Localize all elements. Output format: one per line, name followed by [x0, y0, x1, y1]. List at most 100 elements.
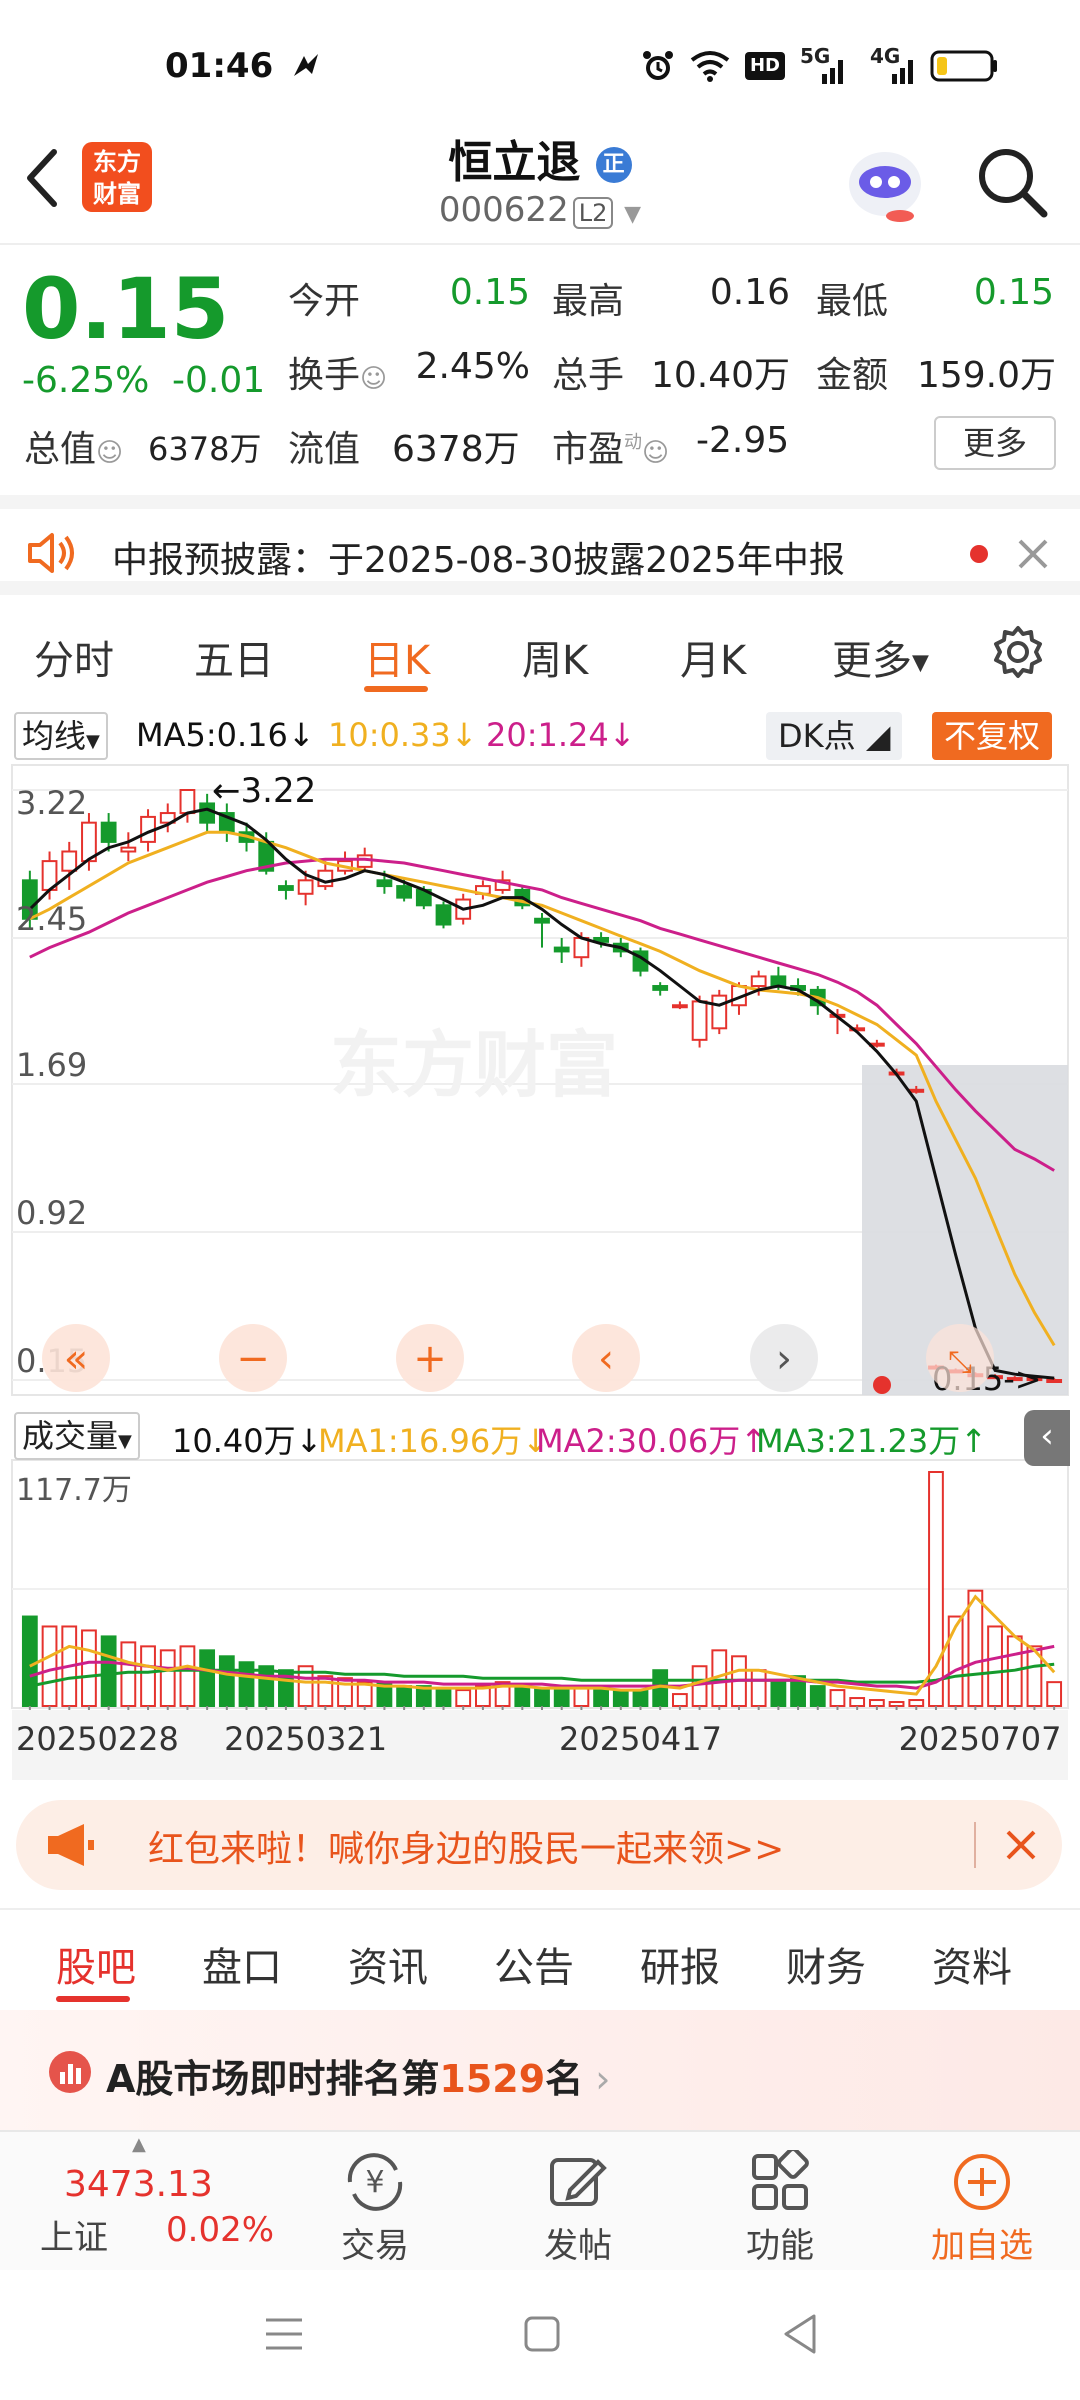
turnover-value: 2.45% [415, 346, 530, 387]
ranking-text: A股市场即时排名第1529名 › [106, 2057, 611, 2101]
volume-bar [908, 1699, 925, 1708]
ranking-banner[interactable]: A股市场即时排名第1529名 › [0, 2010, 1080, 2130]
tab-pankou[interactable]: 盘口 [202, 1935, 282, 1993]
volume-bar [159, 1649, 176, 1708]
promo-banner[interactable]: 红包来啦！喊你身边的股民一起来领>> [16, 1800, 1062, 1890]
expand-icon: ⤡ [948, 1345, 972, 1380]
home-icon[interactable] [522, 2314, 562, 2354]
robot-assistant-icon[interactable] [840, 136, 930, 226]
tab-research[interactable]: 研报 [640, 1935, 720, 1993]
vma1-readout: MA1:16.96万↓ [318, 1422, 550, 1460]
tab-more[interactable]: 更多▼ [832, 628, 929, 686]
info-icon: ☺ [360, 364, 388, 394]
volume-bar [258, 1665, 275, 1708]
nav-trade[interactable]: 交易 [305, 2218, 445, 2267]
settings-gear-icon[interactable] [990, 624, 1046, 680]
price-adjust-button[interactable]: 不复权 [932, 712, 1053, 760]
nav-functions[interactable]: 功能 [710, 2218, 850, 2267]
date-label: 20250228 [16, 1720, 179, 1758]
dropdown-icon: ▼ [912, 650, 929, 676]
divider [974, 1822, 976, 1868]
trade-icon[interactable]: ¥ [340, 2150, 410, 2214]
compose-icon[interactable] [546, 2150, 610, 2214]
section-divider [0, 1908, 1080, 1910]
pe-label: 市盈动☺ [552, 429, 670, 470]
tab-daily-k[interactable]: 日K [364, 628, 430, 686]
tab-intraday[interactable]: 分时 [34, 628, 114, 686]
close-icon[interactable] [1004, 1828, 1038, 1862]
volume-label: 总手 [552, 355, 625, 396]
close-icon[interactable] [1016, 537, 1050, 571]
index-value[interactable]: 3473.13 [64, 2164, 213, 2205]
chevron-right-icon: › [776, 1336, 792, 1382]
more-button[interactable]: 更多 [934, 416, 1056, 470]
open-label: 今开 [288, 281, 361, 322]
status-bar: 01:46 HD 5G 4G [0, 0, 1080, 130]
volume-bar [770, 1681, 787, 1708]
kline-chart[interactable]: 东方财富 3.222.451.690.920.15 ←3.22 0.15-> «… [0, 760, 1080, 1790]
volume-bar [632, 1689, 649, 1707]
volume-bar [21, 1615, 38, 1708]
notice-bar[interactable]: 中报预披露：于2025-08-30披露2025年中报 [0, 495, 1080, 595]
price-tick-label: 3.22 [16, 784, 87, 822]
collapse-panel-button[interactable]: ‹ [1024, 1410, 1070, 1466]
volume-bar [534, 1687, 550, 1708]
last-price: 0.15 [22, 260, 230, 358]
candle-body [711, 994, 728, 1030]
amount-value: 159.0万 [916, 355, 1056, 396]
open-value: 0.15 [449, 272, 530, 313]
candle-body [179, 789, 196, 815]
expand-indicator-icon[interactable]: ▲ [132, 2134, 146, 2155]
candle-body [278, 885, 294, 891]
paper-plane-icon [294, 54, 318, 76]
ma10-readout: 10:0.33↓ [328, 716, 478, 754]
volume-bar [809, 1685, 826, 1708]
float-value: 6378万 [392, 429, 520, 470]
functions-grid-icon[interactable] [748, 2150, 812, 2214]
nav-add-watchlist[interactable]: 加自选 [912, 2218, 1052, 2267]
tab-weekly-k[interactable]: 周K [522, 628, 588, 686]
volume-bar [199, 1649, 216, 1708]
promo-text: 红包来啦！喊你身边的股民一起来领>> [148, 1829, 785, 1870]
dk-point-button[interactable]: DK点 ◢ [766, 712, 903, 760]
candle-body [435, 904, 452, 926]
speaker-icon [28, 533, 74, 573]
tab-monthly-k[interactable]: 月K [680, 628, 746, 686]
stock-name-text: 恒立退 [448, 137, 581, 188]
volume-bar [888, 1701, 905, 1708]
search-icon[interactable] [974, 144, 1050, 220]
change-amount: -0.01 [172, 360, 266, 401]
tab-news[interactable]: 资讯 [348, 1935, 428, 1993]
vma3-readout: MA3:21.23万↑ [756, 1422, 988, 1460]
ma-selector[interactable]: 均线▼ [14, 712, 108, 760]
add-watchlist-icon[interactable] [950, 2150, 1014, 2214]
candle-body [908, 1088, 925, 1093]
tab-profile[interactable]: 资料 [932, 1935, 1012, 1993]
megaphone-icon [48, 1824, 94, 1866]
chevron-down-icon: ▼ [624, 202, 642, 227]
volume-bar [987, 1625, 1003, 1707]
tab-guba[interactable]: 股吧 [56, 1935, 136, 1993]
active-tab-indicator [364, 686, 428, 692]
nav-post[interactable]: 发帖 [508, 2218, 648, 2267]
tab-five-day[interactable]: 五日 [194, 628, 274, 686]
volume-bar [612, 1689, 629, 1707]
volume-bar [691, 1665, 708, 1708]
volume-bar [750, 1669, 767, 1708]
tab-financials[interactable]: 财务 [786, 1935, 866, 1993]
last-point-dot [873, 1376, 891, 1394]
volume-bar [100, 1635, 117, 1708]
candle-body [297, 879, 314, 895]
low-label: 最低 [816, 281, 889, 322]
menu-icon[interactable] [262, 2314, 306, 2354]
battery-icon [930, 50, 997, 82]
index-change: 0.02% [166, 2210, 275, 2250]
volume-bar [967, 1589, 984, 1707]
volume-bar [849, 1697, 866, 1708]
volume-selector[interactable]: 成交量▼ [14, 1412, 140, 1460]
minus-icon: − [236, 1336, 270, 1382]
stock-code-text: 000622 [438, 190, 569, 230]
back-nav-icon[interactable] [780, 2312, 820, 2356]
tab-announcements[interactable]: 公告 [494, 1935, 574, 1993]
pe-value: -2.95 [696, 420, 790, 461]
